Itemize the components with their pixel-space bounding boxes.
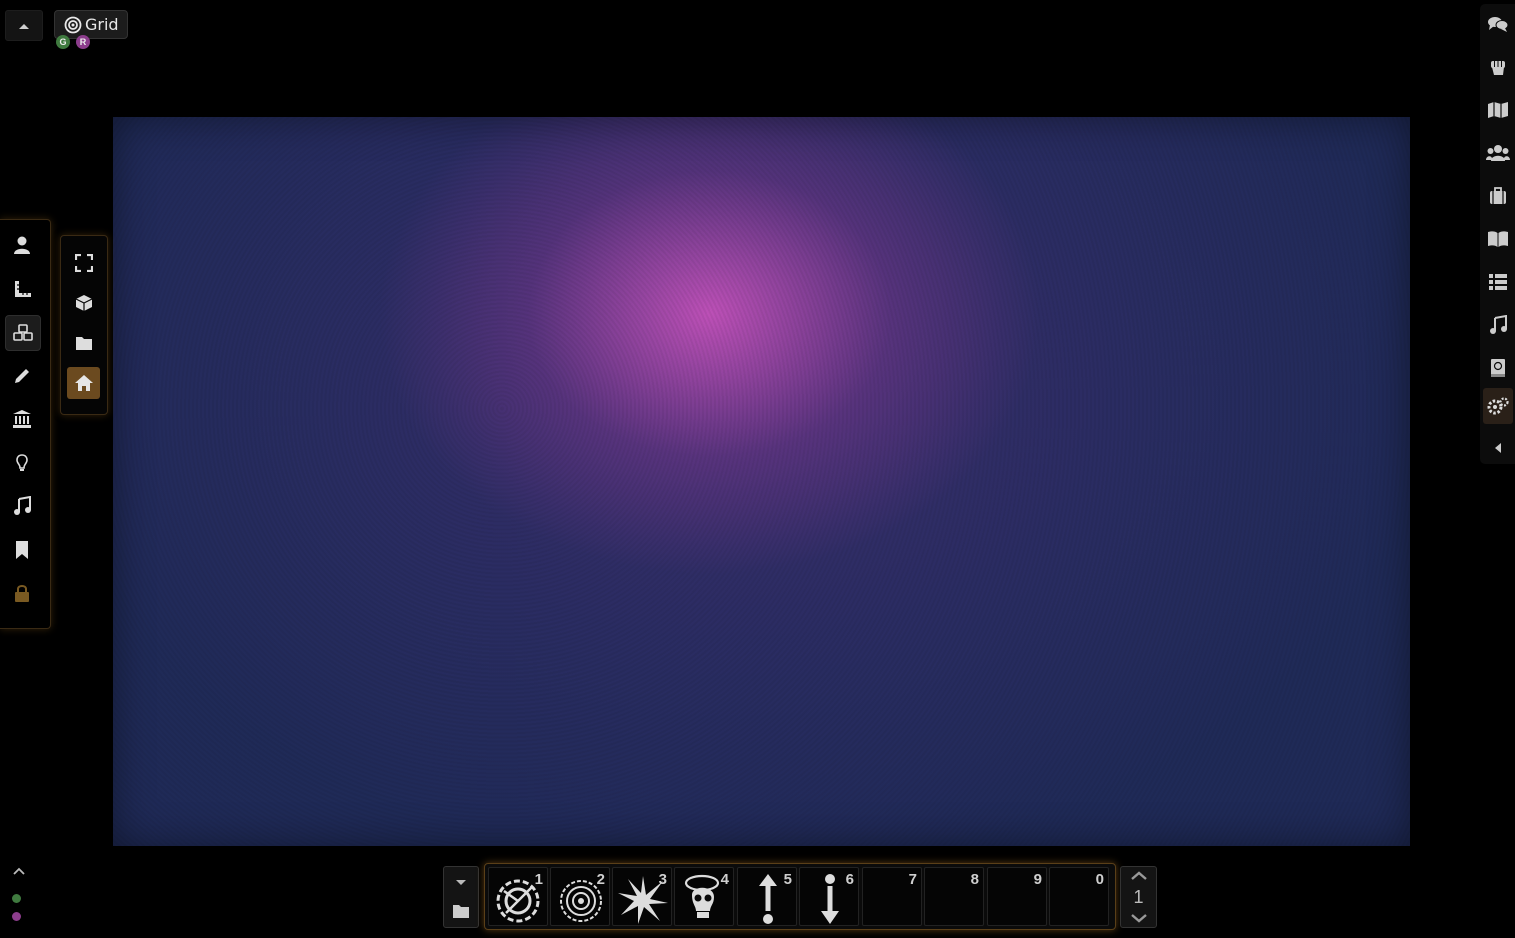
token-controls-button[interactable]: [5, 228, 39, 262]
music-icon: [14, 496, 31, 515]
chevron-up-icon[interactable]: [1130, 871, 1148, 881]
hotbar-menu: [443, 866, 479, 928]
hotbar-collapse-button[interactable]: [454, 873, 468, 892]
tab-tables[interactable]: [1483, 264, 1513, 300]
fullscreen-button[interactable]: [67, 247, 100, 279]
lighting-controls-button[interactable]: [5, 446, 39, 480]
map-icon: [1488, 102, 1508, 118]
macro-slot[interactable]: 6: [799, 867, 859, 926]
caret-left-icon: [1495, 443, 1501, 453]
macro-slot[interactable]: 8: [924, 867, 984, 926]
ruler-icon: [15, 281, 31, 297]
tab-items[interactable]: [1483, 178, 1513, 214]
tab-combat[interactable]: [1483, 49, 1513, 85]
home-button[interactable]: [67, 367, 100, 399]
scene-canvas[interactable]: [113, 117, 1410, 846]
music-icon: [1490, 315, 1507, 334]
measure-controls-button[interactable]: [5, 272, 39, 306]
scene-controls: [0, 219, 51, 629]
nav-toggle-button[interactable]: [5, 10, 43, 41]
tab-journal[interactable]: [1483, 221, 1513, 257]
macro-directory-button[interactable]: [452, 903, 470, 923]
expand-icon: [74, 254, 93, 272]
hotbar-page-control: 1: [1120, 866, 1157, 928]
tab-scenes[interactable]: [1483, 92, 1513, 128]
user-icon: [14, 236, 30, 254]
slot-key: 1: [534, 871, 543, 888]
drawing-controls-button[interactable]: [5, 359, 39, 393]
cube-button[interactable]: [67, 287, 100, 319]
macro-slot[interactable]: 4: [674, 867, 734, 926]
caret-up-icon: [19, 23, 29, 29]
macro-slot[interactable]: 0: [1049, 867, 1109, 926]
cube-icon: [75, 295, 92, 311]
wall-controls-button[interactable]: [5, 402, 39, 436]
hotbar-page-number: 1: [1133, 887, 1144, 907]
book-open-icon: [1488, 231, 1508, 247]
note-controls-button[interactable]: [5, 533, 39, 567]
atlas-icon: [1491, 359, 1505, 377]
macro-slot[interactable]: 3: [612, 867, 672, 926]
pencil-icon: [15, 369, 29, 383]
fist-icon: [1491, 61, 1505, 75]
bullseye-icon: [64, 16, 82, 33]
user-indicator: R: [76, 35, 90, 49]
chevron-down-icon[interactable]: [1130, 913, 1148, 923]
slot-key: 0: [1095, 871, 1104, 888]
slot-key: 5: [783, 871, 792, 888]
chevron-up-icon: [13, 867, 25, 875]
caret-down-icon: [456, 880, 466, 885]
lock-controls-button[interactable]: [5, 576, 39, 610]
folder-icon: [453, 905, 469, 918]
folder-button[interactable]: [67, 327, 100, 359]
users-icon: [1486, 145, 1510, 161]
th-list-icon: [1489, 274, 1507, 290]
players-toggle[interactable]: [10, 862, 28, 880]
macro-slot[interactable]: 9: [987, 867, 1047, 926]
slot-key: 6: [845, 871, 854, 888]
slot-key: 3: [658, 871, 667, 888]
cogs-icon: [1487, 397, 1509, 415]
slot-key: 4: [720, 871, 729, 888]
folder-icon: [75, 337, 92, 350]
macro-slot[interactable]: 7: [862, 867, 922, 926]
user-indicator: G: [56, 35, 70, 49]
bookmark-icon: [16, 541, 28, 559]
tab-playlists[interactable]: [1483, 307, 1513, 343]
building-icon: [13, 410, 31, 428]
tab-chat[interactable]: [1483, 6, 1513, 42]
tab-settings[interactable]: [1483, 388, 1513, 424]
suitcase-icon: [1490, 187, 1506, 204]
macro-slot[interactable]: 1: [488, 867, 548, 926]
comments-icon: [1488, 17, 1509, 32]
slot-key: 7: [908, 871, 917, 888]
sound-controls-button[interactable]: [5, 489, 39, 523]
cubes-icon: [13, 324, 33, 341]
macro-slot[interactable]: 2: [550, 867, 610, 926]
tab-compendium[interactable]: [1483, 350, 1513, 386]
macro-slot[interactable]: 5: [737, 867, 797, 926]
tab-actors[interactable]: [1483, 135, 1513, 171]
tile-controls-button[interactable]: [5, 315, 41, 351]
scene-name: Grid: [85, 15, 119, 34]
slot-key: 8: [970, 871, 979, 888]
lightbulb-icon: [16, 454, 28, 471]
hotbar: 1 2 3 4 5 6 7 8 9 0: [484, 863, 1116, 930]
collapse-sidebar-button[interactable]: [1483, 430, 1513, 466]
lock-icon: [15, 585, 29, 602]
player-status-dot: [12, 894, 21, 903]
home-icon: [74, 375, 93, 391]
slot-key: 2: [596, 871, 605, 888]
sidebar-tabs: [1480, 4, 1515, 464]
tile-subcontrols: [60, 235, 108, 415]
slot-key: 9: [1033, 871, 1042, 888]
player-status-dot: [12, 912, 21, 921]
